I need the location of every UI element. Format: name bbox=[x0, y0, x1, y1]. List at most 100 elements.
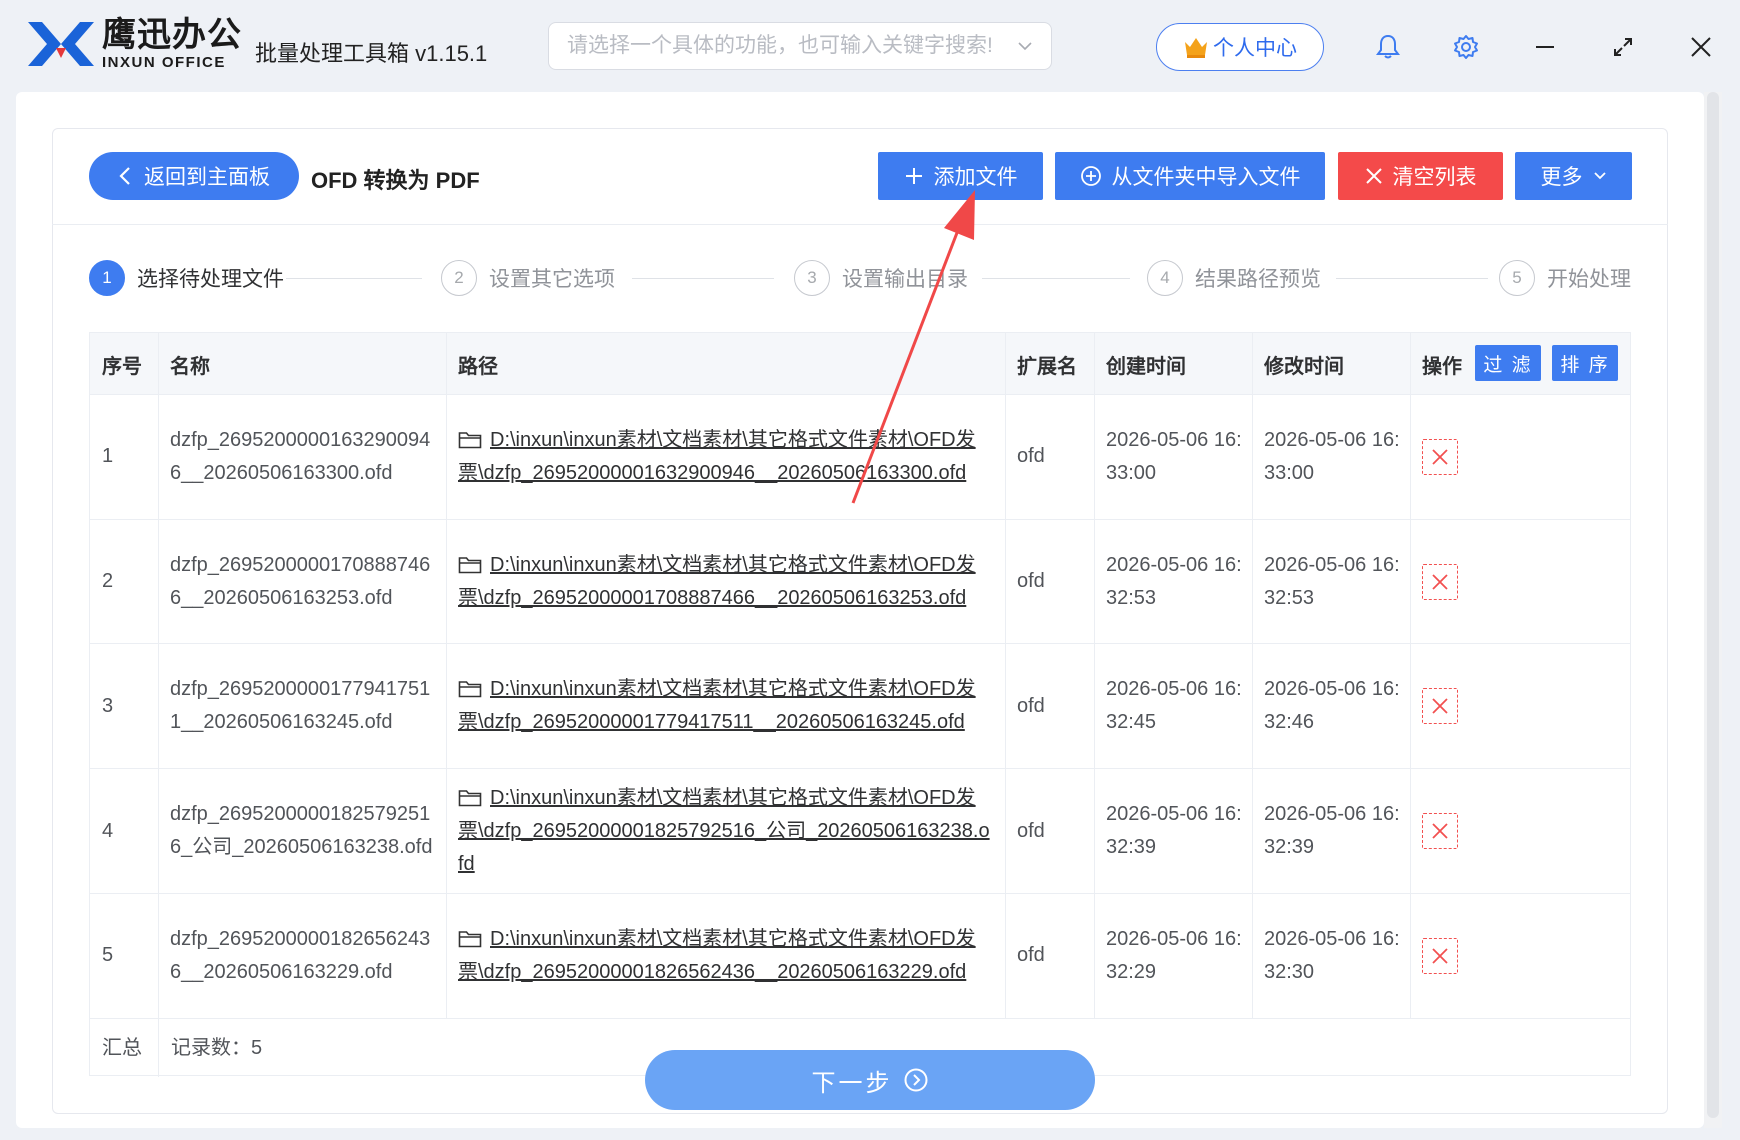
file-path-link[interactable]: D:\inxun\inxun素材\文档素材\其它格式文件素材\OFD发票\dzf… bbox=[446, 395, 1005, 519]
delete-row-icon[interactable] bbox=[1422, 813, 1458, 850]
divider bbox=[52, 224, 1668, 225]
add-file-button[interactable]: 添加文件 bbox=[878, 152, 1043, 200]
row-index: 4 bbox=[102, 819, 114, 842]
file-name: dzfp_26952000001826562436__2026050616322… bbox=[170, 927, 431, 983]
folder-icon bbox=[458, 931, 482, 948]
clear-list-label: 清空列表 bbox=[1392, 166, 1477, 189]
col-divider bbox=[1252, 333, 1253, 1019]
table-row[interactable]: 5 dzfp_26952000001826562436__202605061632… bbox=[90, 894, 1630, 1019]
import-folder-button[interactable]: 从文件夹中导入文件 bbox=[1055, 152, 1325, 200]
table-row[interactable]: 1 dzfp_26952000001632900946__202605061633… bbox=[90, 395, 1630, 520]
action-cell bbox=[1410, 894, 1632, 1018]
action-cell bbox=[1410, 520, 1632, 644]
user-center-button[interactable]: 个人中心 bbox=[1156, 23, 1324, 71]
step-number: 5 bbox=[1499, 260, 1535, 296]
settings-gear-icon[interactable] bbox=[1449, 30, 1483, 64]
back-to-home-button[interactable]: 返回到主面板 bbox=[89, 152, 299, 200]
chevron-down-icon[interactable] bbox=[1017, 38, 1033, 54]
file-name: dzfp_26952000001779417511__2026050616324… bbox=[170, 678, 431, 734]
delete-row-icon[interactable] bbox=[1422, 438, 1458, 475]
modified-time: 2026-05-06 16:32:46 bbox=[1264, 678, 1400, 734]
delete-row-icon[interactable] bbox=[1422, 937, 1458, 974]
step-label: 设置其它选项 bbox=[489, 268, 615, 291]
search-input[interactable] bbox=[567, 34, 1009, 58]
col-modified-header: 修改时间 bbox=[1264, 355, 1344, 378]
step-label: 设置输出目录 bbox=[842, 268, 968, 291]
page-title: OFD 转换为 PDF bbox=[311, 168, 480, 193]
brand-name: 鹰迅办公 bbox=[102, 16, 242, 54]
step-3[interactable]: 3 设置输出目录 bbox=[794, 260, 968, 296]
more-label: 更多 bbox=[1540, 166, 1583, 189]
step-number: 3 bbox=[794, 260, 830, 296]
add-file-label: 添加文件 bbox=[933, 166, 1018, 189]
step-label: 结果路径预览 bbox=[1195, 268, 1321, 291]
col-created-header: 创建时间 bbox=[1106, 355, 1186, 378]
created-time: 2026-05-06 16:32:29 bbox=[1106, 927, 1242, 983]
clear-list-button[interactable]: 清空列表 bbox=[1338, 152, 1503, 200]
next-step-button[interactable]: 下一步 bbox=[645, 1050, 1095, 1110]
function-search[interactable] bbox=[548, 22, 1052, 70]
summary-label: 汇总 bbox=[102, 1036, 142, 1059]
step-connector bbox=[982, 278, 1130, 279]
file-path-link[interactable]: D:\inxun\inxun素材\文档素材\其它格式文件素材\OFD发票\dzf… bbox=[446, 520, 1005, 644]
table-row[interactable]: 3 dzfp_26952000001779417511__202605061632… bbox=[90, 645, 1630, 770]
file-path-link[interactable]: D:\inxun\inxun素材\文档素材\其它格式文件素材\OFD发票\dzf… bbox=[446, 645, 1005, 769]
file-ext: ofd bbox=[1017, 944, 1045, 967]
row-index: 2 bbox=[102, 570, 114, 593]
step-connector bbox=[632, 278, 774, 279]
created-time: 2026-05-06 16:32:53 bbox=[1106, 553, 1242, 609]
user-center-label: 个人中心 bbox=[1213, 37, 1297, 60]
plus-icon bbox=[905, 168, 922, 184]
step-1[interactable]: 1 选择待处理文件 bbox=[89, 260, 284, 296]
close-icon[interactable] bbox=[1684, 30, 1718, 64]
step-4[interactable]: 4 结果路径预览 bbox=[1147, 260, 1321, 296]
created-time: 2026-05-06 16:32:45 bbox=[1106, 678, 1242, 734]
row-index: 5 bbox=[102, 944, 114, 967]
modified-time: 2026-05-06 16:32:30 bbox=[1264, 927, 1400, 983]
folder-icon bbox=[458, 681, 482, 698]
row-index: 3 bbox=[102, 694, 114, 717]
filter-button[interactable]: 过 滤 bbox=[1475, 345, 1541, 381]
modified-time: 2026-05-06 16:32:53 bbox=[1264, 553, 1400, 609]
scrollbar-thumb[interactable] bbox=[1707, 92, 1719, 1118]
chevron-left-icon bbox=[119, 167, 130, 185]
minimize-icon[interactable] bbox=[1528, 30, 1562, 64]
file-path-link[interactable]: D:\inxun\inxun素材\文档素材\其它格式文件素材\OFD发票\dzf… bbox=[446, 894, 1005, 1018]
file-name: dzfp_26952000001825792516_公司_20260506163… bbox=[170, 803, 433, 859]
bell-icon[interactable] bbox=[1371, 30, 1405, 64]
col-divider bbox=[158, 333, 159, 1019]
close-x-icon bbox=[1365, 168, 1382, 184]
step-label: 开始处理 bbox=[1547, 268, 1631, 291]
action-cell bbox=[1410, 645, 1632, 769]
file-table: 序号 名称 路径 扩展名 创建时间 修改时间 操作 过 滤 排 序 1 dzfp_… bbox=[89, 332, 1631, 1077]
next-step-label: 下一步 bbox=[811, 1069, 893, 1097]
step-number: 2 bbox=[441, 260, 477, 296]
col-divider bbox=[446, 333, 447, 1019]
col-divider bbox=[1094, 333, 1095, 1019]
table-row[interactable]: 2 dzfp_26952000001708887466__202605061632… bbox=[90, 520, 1630, 645]
brand-name-en: INXUN OFFICE bbox=[102, 54, 226, 71]
sort-button[interactable]: 排 序 bbox=[1552, 345, 1618, 381]
file-ext: ofd bbox=[1017, 570, 1045, 593]
action-cell bbox=[1410, 395, 1632, 519]
step-label: 选择待处理文件 bbox=[137, 268, 284, 291]
maximize-icon[interactable] bbox=[1606, 30, 1640, 64]
table-row[interactable]: 4 dzfp_26952000001825792516_公司_2026050616… bbox=[90, 769, 1630, 894]
delete-row-icon[interactable] bbox=[1422, 688, 1458, 725]
step-2[interactable]: 2 设置其它选项 bbox=[441, 260, 615, 296]
chevron-down-icon bbox=[1593, 172, 1606, 180]
more-button[interactable]: 更多 bbox=[1515, 152, 1632, 200]
step-connector bbox=[286, 278, 422, 279]
file-name: dzfp_26952000001632900946__2026050616330… bbox=[170, 428, 431, 484]
created-time: 2026-05-06 16:32:39 bbox=[1106, 803, 1242, 859]
app-logo: 鹰迅办公 INXUN OFFICE bbox=[26, 18, 242, 70]
delete-row-icon[interactable] bbox=[1422, 563, 1458, 600]
step-connector bbox=[1336, 278, 1488, 279]
col-name-header: 名称 bbox=[170, 355, 210, 378]
step-5[interactable]: 5 开始处理 bbox=[1499, 260, 1631, 296]
file-name: dzfp_26952000001708887466__2026050616325… bbox=[170, 553, 431, 609]
file-path-link[interactable]: D:\inxun\inxun素材\文档素材\其它格式文件素材\OFD发票\dzf… bbox=[446, 769, 1005, 893]
created-time: 2026-05-06 16:33:00 bbox=[1106, 428, 1242, 484]
step-number: 1 bbox=[89, 260, 125, 296]
folder-icon bbox=[458, 556, 482, 573]
